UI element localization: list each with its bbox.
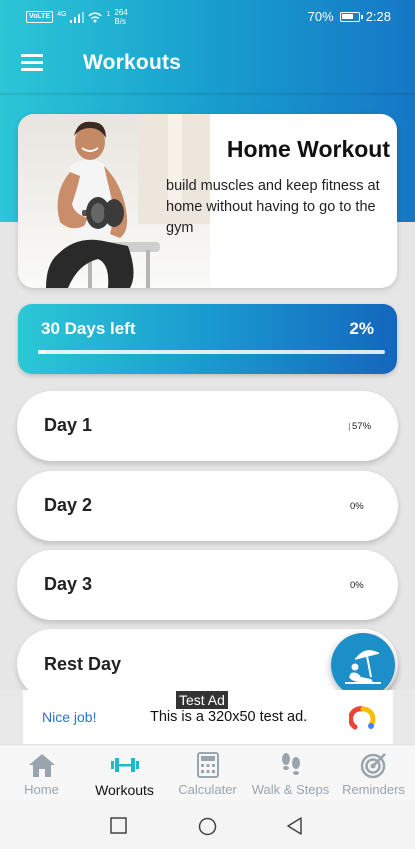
battery-icon — [339, 11, 363, 22]
nav-home[interactable]: Home — [0, 751, 83, 797]
day-progress: 0% — [350, 580, 364, 591]
ad-text: This is a 320x50 test ad. — [150, 709, 308, 725]
day-percent: 0% — [350, 580, 364, 591]
page-title: Workouts — [83, 51, 182, 74]
day-label: Day 2 — [44, 495, 93, 515]
app-bar: Workouts — [0, 32, 415, 94]
day-percent: 0% — [350, 501, 364, 512]
network-speed-unit: B/s — [114, 17, 126, 26]
status-bar: VoLTE 4G 1 264 B/s 70% 2:28 — [0, 0, 415, 32]
program-progress-bar — [38, 350, 385, 354]
signal-label: 4G — [57, 10, 67, 18]
nav-walk-steps[interactable]: Walk & Steps — [249, 751, 332, 797]
nav-calculater-label: Calculater — [178, 782, 237, 797]
day-label: Rest Day — [44, 654, 122, 674]
rest-day-fab[interactable] — [331, 633, 395, 697]
ad-nice-job: Nice job! — [42, 709, 97, 725]
progress-ring-icon — [349, 422, 350, 431]
battery-fill — [341, 13, 353, 19]
wifi-icon — [88, 12, 103, 23]
day-item-2[interactable]: Day 2 0% — [17, 471, 398, 541]
status-left: VoLTE 4G 1 264 B/s — [26, 8, 128, 26]
nav-reminders-label: Reminders — [342, 782, 405, 797]
dumbbell-icon — [83, 751, 166, 779]
nav-walk-steps-label: Walk & Steps — [251, 782, 330, 797]
day-label: Day 3 — [44, 574, 93, 594]
nav-workouts-label: Workouts — [95, 782, 154, 798]
day-progress: 0% — [350, 501, 364, 512]
clock: 2:28 — [365, 9, 391, 24]
admob-logo-icon — [349, 706, 376, 730]
day-item-1[interactable]: Day 1 57% — [17, 391, 398, 461]
test-ad-tag: Test Ad — [176, 691, 228, 709]
system-navigation-bar — [0, 800, 415, 849]
calculator-icon — [166, 751, 249, 779]
hamburger-menu-icon[interactable] — [21, 54, 43, 72]
battery-percent: 70% — [307, 9, 334, 24]
signal-strength-icon — [70, 11, 85, 23]
network-speed: 264 B/s — [114, 8, 127, 26]
nav-calculater[interactable]: Calculater — [166, 751, 249, 797]
recents-button[interactable] — [110, 817, 127, 834]
back-button[interactable] — [286, 817, 303, 835]
home-workout-card[interactable]: Home Workout build muscles and keep fitn… — [18, 114, 397, 288]
app-bar-shadow — [0, 93, 415, 96]
program-progress-card: 30 Days left 2% — [18, 304, 397, 374]
program-progress-percent: 2% — [349, 319, 374, 338]
day-progress: 57% — [349, 421, 371, 432]
hero-title: Home Workout — [226, 136, 390, 162]
days-left-label: 30 Days left — [41, 319, 136, 338]
nav-home-label: Home — [24, 782, 59, 797]
day-percent: 57% — [352, 421, 372, 432]
hero-description: build muscles and keep fitness at home w… — [166, 178, 380, 236]
day-label: Day 1 — [44, 415, 93, 435]
footsteps-icon — [249, 751, 332, 779]
network-speed-value: 264 — [114, 8, 128, 17]
home-system-button[interactable] — [198, 817, 217, 836]
sim-index: 1 — [106, 10, 111, 18]
home-icon — [0, 751, 83, 779]
program-progress-fill — [38, 350, 45, 354]
volte-badge: VoLTE — [26, 11, 54, 23]
nav-reminders[interactable]: Reminders — [332, 751, 415, 797]
day-item-3[interactable]: Day 3 0% — [17, 550, 398, 620]
status-right: 70% 2:28 — [308, 9, 391, 24]
target-icon — [332, 751, 415, 779]
bottom-navigation: Home Workouts Calculater Walk & Steps Re… — [0, 744, 415, 800]
nav-workouts[interactable]: Workouts — [83, 751, 166, 798]
beach-umbrella-rest-icon — [345, 650, 381, 684]
